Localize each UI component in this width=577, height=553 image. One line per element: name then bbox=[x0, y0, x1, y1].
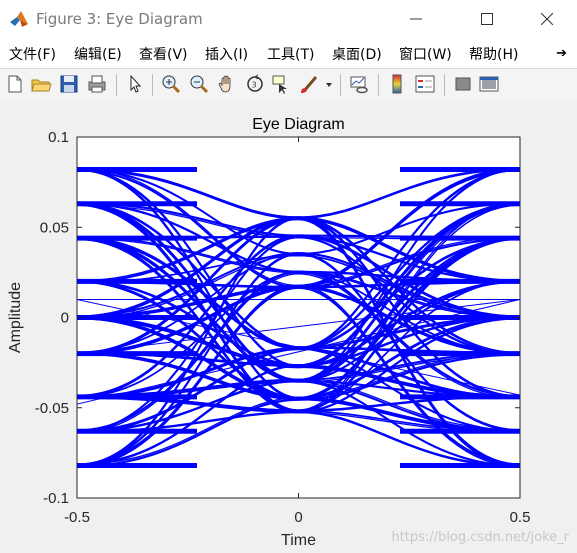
menu-insert[interactable]: 插入(I) bbox=[205, 44, 248, 64]
open-icon[interactable] bbox=[30, 73, 52, 95]
dropdown-arrow-icon[interactable] bbox=[324, 73, 334, 95]
chart-title: Eye Diagram bbox=[252, 116, 344, 133]
menu-view[interactable]: 查看(V) bbox=[139, 44, 188, 64]
minimize-icon bbox=[410, 18, 422, 20]
hide-plot-tools-icon[interactable] bbox=[452, 73, 474, 95]
data-cursor-icon[interactable] bbox=[270, 73, 292, 95]
eye-diagram-plot[interactable]: 0.1 0.05 0 -0.05 -0.1 -0.5 0 0.5 Eye Diagram Time… bbox=[0, 101, 577, 553]
pan-hand-icon[interactable] bbox=[216, 73, 238, 95]
x-tick-label: 0 bbox=[294, 509, 302, 526]
y-tick-label: 0.1 bbox=[48, 129, 69, 146]
menu-edit[interactable]: 编辑(E) bbox=[74, 44, 122, 64]
watermark: https://blog.csdn.net/joke_r bbox=[391, 530, 569, 545]
toolbar: 3 bbox=[0, 68, 577, 102]
pointer-icon[interactable] bbox=[124, 73, 146, 95]
title-bar: Figure 3: Eye Diagram bbox=[0, 0, 577, 39]
y-tick-label: -0.1 bbox=[43, 490, 69, 507]
link-plot-icon[interactable] bbox=[348, 73, 370, 95]
y-tick-label: -0.05 bbox=[35, 400, 69, 417]
menu-help[interactable]: 帮助(H) bbox=[469, 44, 518, 64]
menu-tools[interactable]: 工具(T) bbox=[267, 44, 314, 64]
show-plot-tools-icon[interactable] bbox=[478, 73, 500, 95]
close-button[interactable] bbox=[524, 0, 570, 38]
menu-file[interactable]: 文件(F) bbox=[9, 44, 56, 64]
svg-text:3: 3 bbox=[252, 81, 257, 90]
x-axis-label: Time bbox=[281, 532, 316, 549]
x-tick-label: 0.5 bbox=[510, 509, 531, 526]
zoom-out-icon[interactable] bbox=[188, 73, 210, 95]
zoom-in-icon[interactable] bbox=[160, 73, 182, 95]
menu-window[interactable]: 窗口(W) bbox=[399, 44, 452, 64]
y-tick-label: 0 bbox=[61, 310, 69, 327]
menu-desktop[interactable]: 桌面(D) bbox=[332, 44, 382, 64]
colorbar-icon[interactable] bbox=[386, 73, 408, 95]
window-title: Figure 3: Eye Diagram bbox=[36, 10, 203, 28]
save-icon[interactable] bbox=[58, 73, 80, 95]
x-tick-label: -0.5 bbox=[64, 509, 90, 526]
minimize-button[interactable] bbox=[393, 0, 439, 38]
close-icon bbox=[541, 13, 553, 25]
new-figure-icon[interactable] bbox=[4, 73, 26, 95]
legend-icon[interactable] bbox=[414, 73, 436, 95]
print-icon[interactable] bbox=[86, 73, 108, 95]
chevron-right-icon[interactable]: ➔ bbox=[556, 45, 567, 61]
rotate-3d-icon[interactable]: 3 bbox=[244, 73, 266, 95]
maximize-button[interactable] bbox=[464, 0, 510, 38]
menu-bar: 文件(F) 编辑(E) 查看(V) 插入(I) 工具(T) 桌面(D) 窗口(W… bbox=[0, 38, 577, 68]
y-axis-label: Amplitude bbox=[7, 282, 24, 353]
figure-area: 0.1 0.05 0 -0.05 -0.1 -0.5 0 0.5 Eye Diagram Time… bbox=[0, 101, 577, 553]
brush-icon[interactable] bbox=[298, 73, 320, 95]
maximize-icon bbox=[481, 13, 493, 25]
y-tick-label: 0.05 bbox=[40, 219, 69, 236]
matlab-icon bbox=[10, 11, 28, 27]
